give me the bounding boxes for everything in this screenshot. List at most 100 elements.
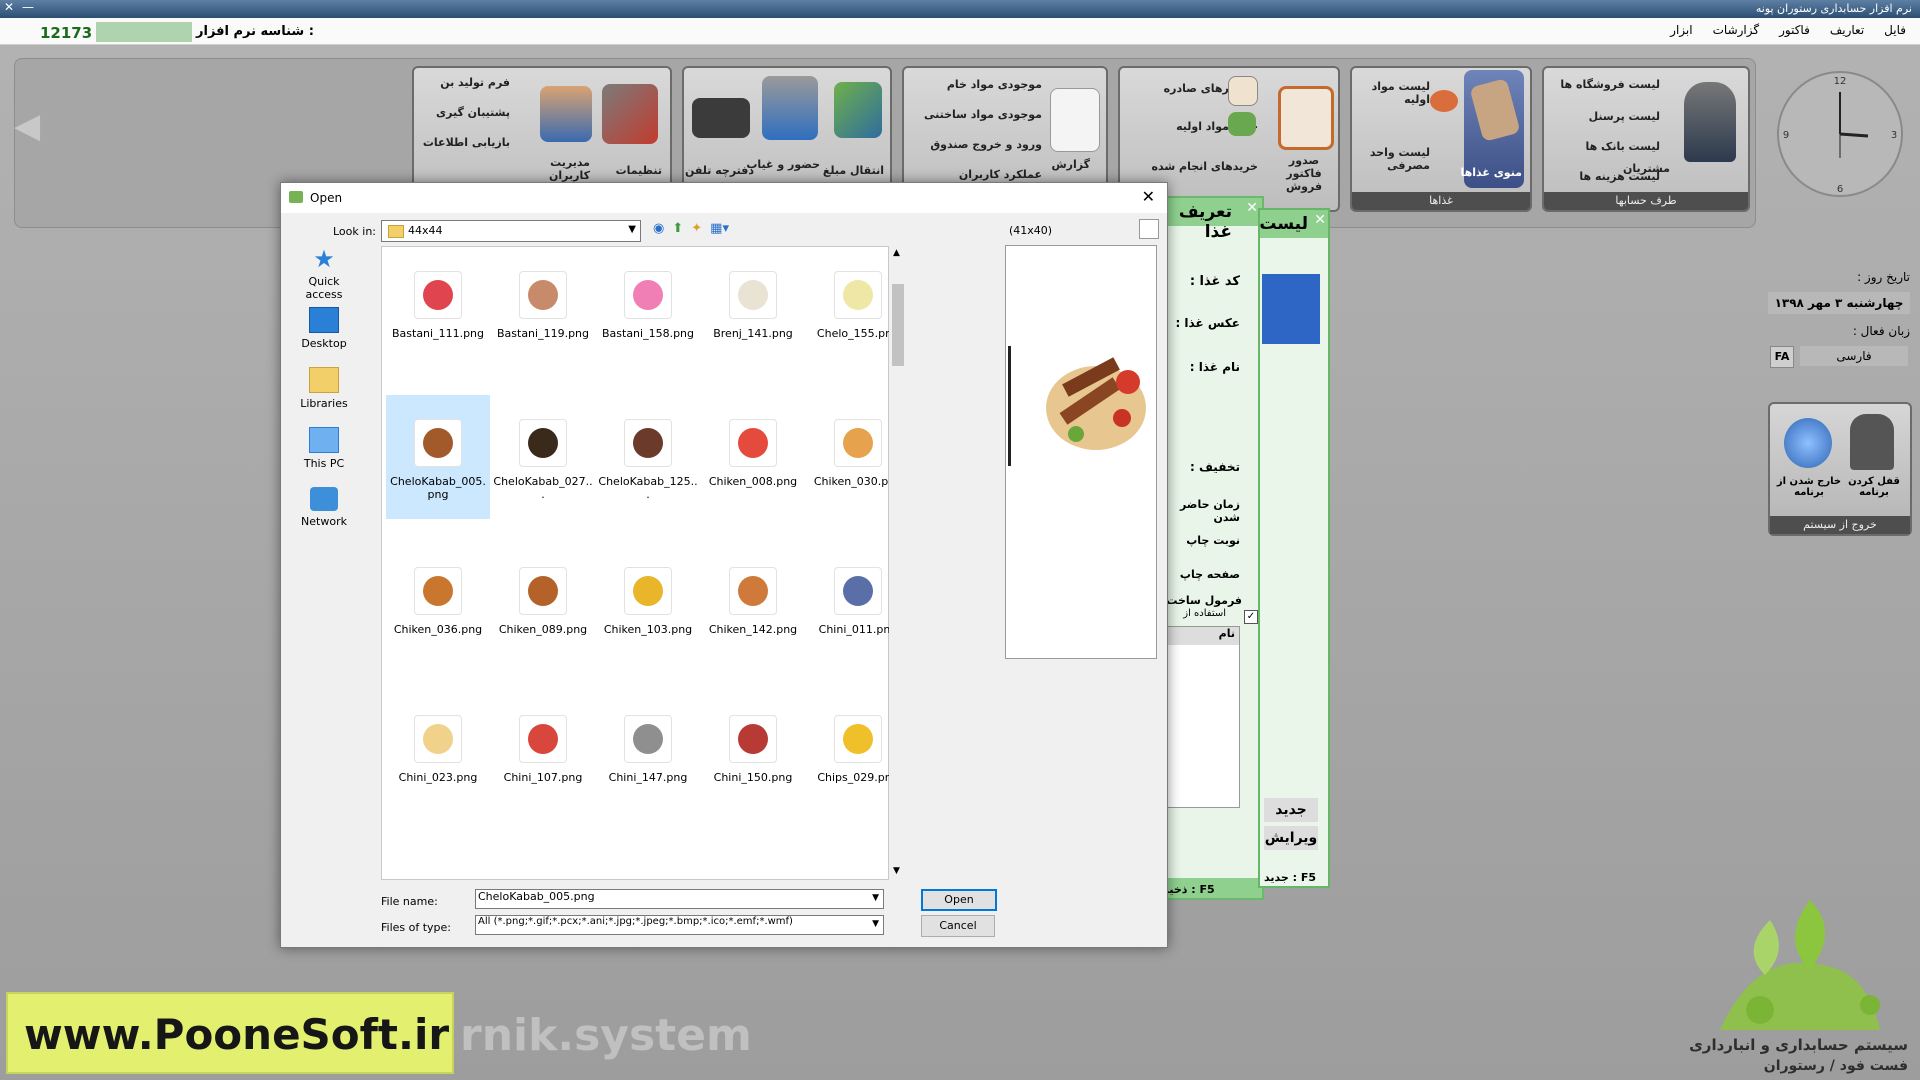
- file-item[interactable]: Chiken_036.png: [386, 543, 490, 667]
- file-thumbnail: [834, 715, 882, 763]
- transfer-button[interactable]: انتقال مبلغ: [823, 164, 884, 177]
- file-list[interactable]: Bastani_111.png Bastani_119.png Bastani_15…: [381, 246, 902, 880]
- look-in-select[interactable]: 44x44 ▼: [381, 220, 641, 242]
- close-icon[interactable]: ✕: [1246, 200, 1258, 216]
- file-item[interactable]: Chini_023.png: [386, 691, 490, 815]
- file-item[interactable]: Chini_150.png: [701, 691, 805, 815]
- file-name: CheloKabab_027...: [493, 475, 593, 501]
- bon-form-button[interactable]: فرم تولید بن: [440, 76, 510, 89]
- menu-definitions[interactable]: تعاریف: [1830, 23, 1864, 37]
- file-list-scrollbar[interactable]: ▲ ▼: [889, 246, 907, 878]
- file-item[interactable]: CheloKabab_005.png: [386, 395, 490, 519]
- chevron-down-icon[interactable]: ▼: [872, 919, 879, 929]
- file-item[interactable]: Brenj_141.png: [701, 247, 805, 371]
- file-item[interactable]: CheloKabab_125...: [596, 395, 700, 519]
- chevron-down-icon[interactable]: ▼: [872, 893, 879, 903]
- place-network[interactable]: Network: [289, 487, 359, 528]
- power-icon[interactable]: [1784, 418, 1832, 468]
- new-button[interactable]: جدید: [1264, 798, 1318, 822]
- lock-app-button[interactable]: قفل کردن برنامه: [1842, 476, 1906, 498]
- software-id-mask: [96, 22, 192, 42]
- file-thumbnail: [624, 567, 672, 615]
- close-icon[interactable]: ✕: [4, 0, 14, 14]
- menu-tools[interactable]: ابزار: [1670, 23, 1692, 37]
- close-icon[interactable]: ✕: [1142, 187, 1155, 206]
- costs-list-button[interactable]: لیست هزینه ها: [1579, 170, 1660, 183]
- food-image-icon: [633, 428, 663, 458]
- raw-materials-button[interactable]: لیست مواد اولیه: [1360, 80, 1430, 106]
- lock-icon[interactable]: [1850, 414, 1894, 470]
- minimize-icon[interactable]: —: [22, 0, 34, 14]
- file-item[interactable]: Chiken_008.png: [701, 395, 805, 519]
- backup-button[interactable]: پشتیبان گیری: [436, 106, 510, 119]
- open-button[interactable]: Open: [921, 889, 997, 911]
- menu-invoice[interactable]: فاکتور: [1779, 23, 1810, 37]
- place-libraries[interactable]: Libraries: [289, 367, 359, 410]
- language-code[interactable]: FA: [1770, 346, 1794, 368]
- done-purchases-button[interactable]: خریدهای انجام شده: [1152, 160, 1258, 173]
- users-management-button[interactable]: مدیریت کاربران: [540, 156, 590, 182]
- stores-list-button[interactable]: لیست فروشگاه ها: [1560, 78, 1660, 91]
- cancel-button[interactable]: Cancel: [921, 915, 995, 937]
- preview-toggle-icon[interactable]: [1139, 219, 1159, 239]
- libraries-icon: [309, 367, 339, 393]
- users-performance-button[interactable]: عملکرد کاربران: [959, 168, 1042, 181]
- formula-grid[interactable]: نام: [1156, 626, 1240, 808]
- phonebook-button[interactable]: دفترچه تلفن: [685, 164, 754, 177]
- close-icon[interactable]: ✕: [1314, 212, 1326, 228]
- file-type-select[interactable]: All (*.png;*.gif;*.pcx;*.ani;*.jpg;*.jpe…: [475, 915, 884, 935]
- attendance-button[interactable]: حضور و غیاب: [746, 158, 820, 171]
- menu-file[interactable]: فایل: [1884, 23, 1906, 37]
- food-image-icon: [633, 576, 663, 606]
- file-item[interactable]: CheloKabab_027...: [491, 395, 595, 519]
- file-item[interactable]: Chiken_089.png: [491, 543, 595, 667]
- file-item[interactable]: Chini_107.png: [491, 691, 595, 815]
- place-desktop[interactable]: Desktop: [289, 307, 359, 350]
- file-item[interactable]: Chini_147.png: [596, 691, 700, 815]
- units-list-button[interactable]: لیست واحد مصرفی: [1360, 146, 1430, 172]
- list-grid[interactable]: [1262, 274, 1320, 344]
- file-item[interactable]: Bastani_158.png: [596, 247, 700, 371]
- users-icon: [540, 86, 592, 142]
- list-window: لیست ✕ جدید ویرایش F5 : جدید: [1258, 208, 1330, 888]
- file-item[interactable]: Chiken_142.png: [701, 543, 805, 667]
- restore-button[interactable]: بازیابی اطلاعات: [423, 136, 510, 149]
- software-id-label: شناسه نرم افزار :: [196, 24, 314, 39]
- file-name: Chiken_142.png: [708, 623, 798, 636]
- food-menu-button[interactable]: منوی غذاها: [1460, 166, 1522, 179]
- scroll-up-icon[interactable]: ▲: [893, 248, 900, 258]
- money-transfer-icon: [834, 82, 882, 138]
- up-folder-icon[interactable]: ⬆: [672, 221, 683, 236]
- view-menu-icon[interactable]: ▦▾: [710, 221, 729, 236]
- language-value[interactable]: فارسی: [1800, 346, 1908, 366]
- food-image-icon: [423, 724, 453, 754]
- file-item[interactable]: Chiken_103.png: [596, 543, 700, 667]
- edit-button[interactable]: ویرایش: [1264, 826, 1318, 850]
- staff-list-button[interactable]: لیست پرسنل: [1589, 110, 1660, 123]
- software-id-value: 12173: [40, 24, 93, 42]
- raw-stock-button[interactable]: موجودی مواد خام: [947, 78, 1042, 91]
- banks-list-button[interactable]: لیست بانک ها: [1585, 140, 1660, 153]
- exit-app-button[interactable]: خارج شدن از برنامه: [1776, 476, 1842, 498]
- scroll-down-icon[interactable]: ▼: [893, 866, 900, 876]
- food-image-icon: [423, 428, 453, 458]
- look-in-value: 44x44: [408, 224, 443, 237]
- issue-invoice-button[interactable]: صدور فاکتور فروش: [1274, 154, 1334, 193]
- report-button[interactable]: گزارش: [1051, 158, 1090, 171]
- customer-icon[interactable]: [1684, 82, 1736, 162]
- file-name-input[interactable]: CheloKabab_005.png ▼: [475, 889, 884, 909]
- star-icon: ★: [313, 245, 335, 273]
- back-icon[interactable]: ◉: [653, 221, 664, 236]
- place-this-pc[interactable]: This PC: [289, 427, 359, 470]
- scroll-thumb[interactable]: [892, 284, 904, 366]
- file-item[interactable]: Bastani_111.png: [386, 247, 490, 371]
- use-checkbox[interactable]: ✓: [1244, 610, 1258, 624]
- file-item[interactable]: Bastani_119.png: [491, 247, 595, 371]
- cashbox-button[interactable]: ورود و خروج صندوق: [930, 138, 1042, 151]
- menu-reports[interactable]: گزارشات: [1713, 23, 1759, 37]
- chevron-left-icon[interactable]: ◀: [14, 106, 40, 146]
- new-folder-icon[interactable]: ✦: [691, 221, 702, 236]
- place-quick-access[interactable]: ★ Quick access: [289, 247, 359, 301]
- settings-button[interactable]: تنظیمات: [616, 164, 662, 177]
- made-stock-button[interactable]: موجودی مواد ساختنی: [924, 108, 1042, 121]
